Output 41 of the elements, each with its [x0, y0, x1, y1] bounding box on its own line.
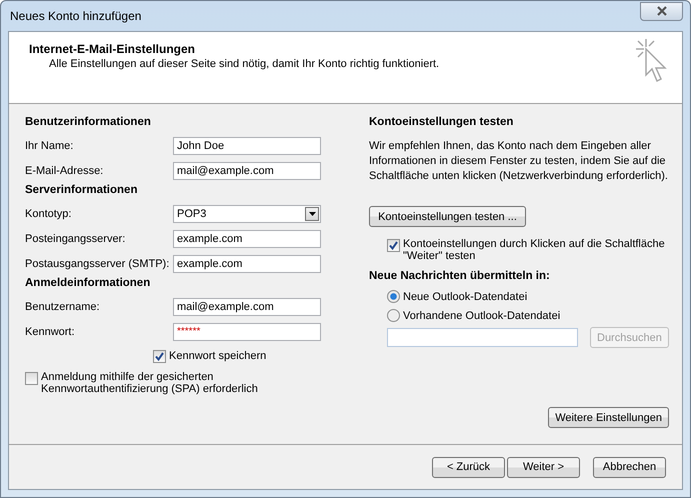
- close-button[interactable]: [640, 2, 683, 20]
- radio-label: Vorhandene Outlook-Datendatei: [403, 310, 560, 322]
- dialog-button[interactable]: < Zurück: [432, 456, 505, 478]
- checkbox[interactable]: [153, 350, 166, 362]
- account-type-dropdown[interactable]: POP3: [173, 204, 321, 222]
- file-path-field[interactable]: [387, 328, 578, 347]
- field-label: Kontotyp:: [25, 208, 72, 220]
- more-settings-button[interactable]: Weitere Einstellungen: [548, 407, 669, 428]
- section-heading: Neue Nachrichten übermitteln in:: [369, 270, 551, 284]
- window-title: Neues Konto hinzufügen: [9, 9, 142, 23]
- field-label: E-Mail-Adresse:: [25, 164, 104, 176]
- input-field[interactable]: example.com: [173, 230, 321, 248]
- checkbox-label: Anmeldung mithilfe der gesicherten Kennwortauthentifizierung (SPA) erforderlich: [41, 371, 259, 395]
- dialog-button[interactable]: Weiter >: [507, 456, 580, 478]
- section-heading: Benutzerinformationen: [25, 116, 152, 130]
- section-heading: Kontoeinstellungen testen: [369, 116, 514, 130]
- page-title: Internet-E-Mail-Einstellungen: [29, 42, 196, 56]
- checkbox-label: Kennwort speichern: [169, 350, 266, 362]
- checkbox[interactable]: [387, 239, 400, 252]
- section-heading: Serverinformationen: [25, 184, 138, 198]
- field-label: Posteingangsserver:: [25, 232, 126, 244]
- field-label: Postausgangsserver (SMTP):: [25, 258, 170, 270]
- field-label: Benutzername:: [25, 300, 101, 312]
- page-subtitle: Alle Einstellungen auf dieser Seite sind nötig, damit Ihr Konto richtig funktioniert.: [49, 58, 440, 70]
- radio-label: Neue Outlook-Datendatei: [403, 290, 528, 302]
- checkbox[interactable]: [25, 372, 38, 385]
- input-field[interactable]: mail@example.com: [173, 162, 321, 180]
- checkbox-label: Kontoeinstellungen durch Klicken auf die Schaltfläche "Weiter" testen: [403, 238, 666, 262]
- radio-button[interactable]: [387, 309, 400, 322]
- input-field[interactable]: mail@example.com: [173, 298, 321, 316]
- dialog-button[interactable]: Abbrechen: [593, 456, 666, 478]
- password-field[interactable]: ******: [173, 322, 321, 340]
- radio-button[interactable]: [387, 290, 400, 303]
- field-label: Kennwort:: [25, 326, 76, 338]
- input-field[interactable]: John Doe: [173, 136, 321, 154]
- section-heading: Anmeldeinformationen: [25, 277, 152, 291]
- close-icon: [654, 6, 668, 16]
- field-label: Ihr Name:: [25, 140, 74, 152]
- input-field[interactable]: example.com: [173, 254, 321, 272]
- test-settings-button[interactable]: Kontoeinstellungen testen ...: [369, 206, 526, 227]
- description-text: Wir empfehlen Ihnen, das Konto nach dem Eingeben aller Informationen in diesem Fenster zu testen, indem Sie auf die Schaltfläche unten klicken (Netzwerkverbindung erforderlich).: [369, 139, 669, 184]
